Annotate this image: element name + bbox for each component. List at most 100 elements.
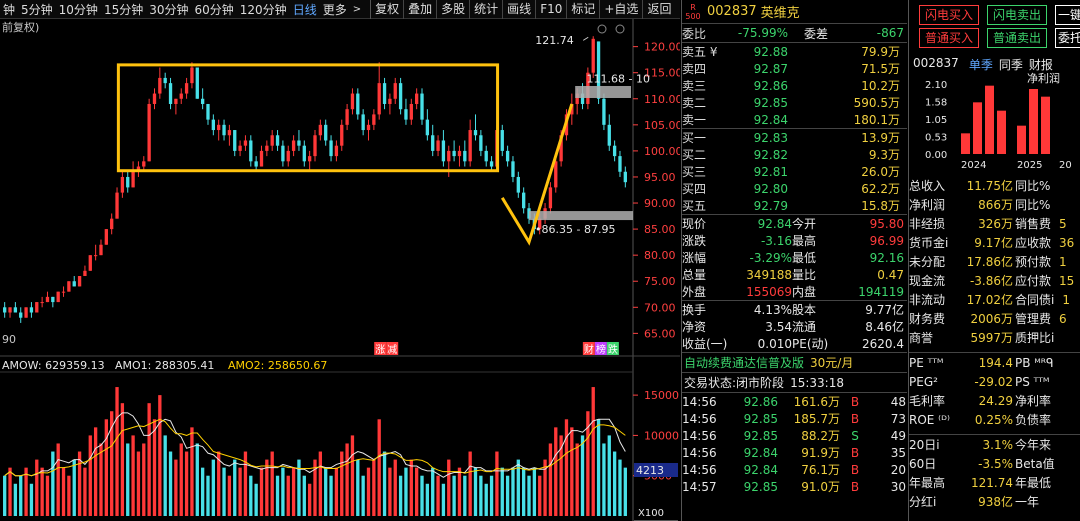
buy-level-volume: 15.8万 bbox=[861, 199, 900, 213]
tick-price: 92.84 bbox=[743, 462, 778, 477]
volume-bar bbox=[174, 459, 178, 516]
tick-time: 14:56 bbox=[682, 411, 717, 426]
sell-level-row: 卖二 92.85 590.5万 bbox=[682, 94, 907, 111]
candle-body bbox=[222, 124, 226, 136]
candle-body bbox=[591, 38, 595, 73]
event-marker-label: 跌 bbox=[608, 343, 618, 356]
profit-bar bbox=[973, 102, 982, 154]
subscription-ad[interactable]: 自动续费通达信普及版 30元/月 bbox=[682, 353, 907, 373]
candle-body bbox=[126, 176, 130, 188]
fund-metric-value-2: 1 bbox=[1059, 254, 1067, 269]
add-watchlist-button[interactable]: +自选 bbox=[599, 0, 642, 19]
tab-same-quarter[interactable]: 同季 bbox=[999, 56, 1023, 73]
price-tick-label: 110.00 bbox=[644, 93, 680, 106]
tf-10min[interactable]: 10分钟 bbox=[56, 1, 101, 18]
draw-line-button[interactable]: 画线 bbox=[502, 0, 535, 19]
volume-bar bbox=[441, 483, 446, 516]
candle-body bbox=[8, 307, 12, 313]
candle-body bbox=[340, 124, 344, 146]
candle-body bbox=[393, 83, 397, 99]
stat-label: 换手 bbox=[682, 303, 707, 317]
stat-value: -3.29% bbox=[749, 250, 792, 265]
chart-settings-icons[interactable] bbox=[597, 24, 625, 34]
tf-30min[interactable]: 30分钟 bbox=[146, 1, 191, 18]
candle-body bbox=[500, 130, 504, 151]
tab-report[interactable]: 财报 bbox=[1029, 56, 1053, 73]
candle-body bbox=[307, 156, 312, 162]
one-click-button[interactable]: 一键 bbox=[1055, 5, 1080, 25]
volume-bar bbox=[238, 467, 242, 516]
tf-more[interactable]: 更多 bbox=[320, 1, 350, 18]
fund-metric-label: 财务费 bbox=[909, 312, 946, 326]
stats-button[interactable]: 统计 bbox=[469, 0, 502, 19]
candle-body bbox=[350, 93, 355, 110]
tf-5min[interactable]: 5分钟 bbox=[18, 1, 56, 18]
tf-120min[interactable]: 120分钟 bbox=[237, 1, 290, 18]
candle-body bbox=[249, 140, 253, 162]
profit-axis-label: 2.10 bbox=[925, 80, 947, 91]
flash-sell-button[interactable]: 闪电卖出 bbox=[987, 5, 1047, 25]
normal-sell-button[interactable]: 普通卖出 bbox=[987, 28, 1047, 48]
volume-bar bbox=[425, 483, 430, 516]
tick-list[interactable]: 14:56 92.86 161.6万 B 48 14:56 92.85 185.7万 B 73 14… bbox=[682, 393, 907, 495]
kline-chart[interactable]: 前复权) 120.00115.00110.00105.00100.0095.00… bbox=[0, 19, 680, 521]
sell-level-volume: 79.9万 bbox=[861, 45, 900, 59]
candles-group bbox=[3, 36, 627, 323]
stat-row: 涨幅 -3.29% 最低 92.16 bbox=[682, 249, 907, 266]
stat-value: 3.54 bbox=[765, 319, 792, 334]
volume-bar bbox=[409, 459, 413, 516]
tick-volume: 185.7万 bbox=[793, 412, 840, 426]
tick-volume: 161.6万 bbox=[793, 395, 840, 409]
max-pointer bbox=[582, 36, 589, 41]
volume-bar bbox=[350, 435, 355, 516]
volume-bar bbox=[382, 451, 387, 516]
overlay-button[interactable]: 叠加 bbox=[403, 0, 436, 19]
resistance-band bbox=[575, 85, 631, 98]
multi-stock-button[interactable]: 多股 bbox=[436, 0, 469, 19]
volume-bar bbox=[505, 475, 510, 516]
fund-metric-label-2: Beta值 bbox=[1015, 457, 1055, 471]
fund-metric-label: PE ᵀᵀᴹ bbox=[909, 355, 944, 370]
fund-metric-label-2: 管理费 bbox=[1015, 312, 1052, 326]
fund-metric-value: 17.02亿 bbox=[966, 293, 1013, 307]
buy-level-row: 买四 92.80 62.2万 bbox=[682, 180, 907, 197]
candle-body bbox=[51, 296, 55, 303]
fund-metric-value: 3.1% bbox=[982, 437, 1014, 452]
fund-metric-row: 总收入 11.75亿 同比% bbox=[909, 176, 1080, 195]
tf-15min[interactable]: 15分钟 bbox=[101, 1, 146, 18]
tf-daily[interactable]: 日线 bbox=[290, 1, 320, 18]
tf-60min[interactable]: 60分钟 bbox=[192, 1, 237, 18]
candle-body bbox=[77, 276, 82, 287]
tick-row: 14:57 92.85 91.0万 B 30 bbox=[682, 478, 907, 495]
stat-value: 0.47 bbox=[877, 267, 904, 282]
candle-body bbox=[409, 103, 413, 120]
mark-button[interactable]: 标记 bbox=[566, 0, 599, 19]
candle-body bbox=[372, 114, 376, 125]
candle-body bbox=[168, 83, 173, 104]
normal-buy-button[interactable]: 普通买入 bbox=[919, 28, 979, 48]
volume-bar bbox=[372, 459, 376, 516]
fund-metric-row: 年最高 121.74 年最低 bbox=[909, 473, 1080, 492]
volume-bar bbox=[147, 403, 151, 516]
volume-bar bbox=[580, 435, 585, 516]
back-button[interactable]: 返回 bbox=[642, 0, 675, 19]
stat-value: 92.84 bbox=[757, 216, 792, 231]
more-chevron-icon[interactable]: > bbox=[350, 4, 364, 15]
fund-metric-row: 60日 -3.5% Beta值 bbox=[909, 454, 1080, 473]
candle-body bbox=[623, 171, 627, 183]
f10-button[interactable]: F10 bbox=[535, 0, 566, 19]
fund-metric-value: 9.17亿 bbox=[974, 236, 1013, 250]
fuquan-label: 前复权) bbox=[2, 20, 39, 34]
buy-level-volume: 9.3万 bbox=[868, 148, 900, 162]
order-button[interactable]: 委托 bbox=[1055, 28, 1080, 48]
tick-side: B bbox=[850, 445, 860, 460]
profit-bar bbox=[997, 110, 1006, 154]
fuquan-button[interactable]: 复权 bbox=[370, 0, 403, 19]
flash-buy-button[interactable]: 闪电买入 bbox=[919, 5, 979, 25]
market-badge: R 500 bbox=[685, 2, 701, 21]
stat-row: 外盘 155069 内盘 194119 bbox=[682, 283, 907, 300]
tab-quarterly[interactable]: 单季 bbox=[969, 56, 993, 73]
tf-1min[interactable]: 钟 bbox=[0, 1, 18, 18]
fund-metric-row: ROE ⁽ᴰ⁾ 0.25% 负债率 bbox=[909, 410, 1080, 429]
candle-body bbox=[318, 124, 323, 136]
